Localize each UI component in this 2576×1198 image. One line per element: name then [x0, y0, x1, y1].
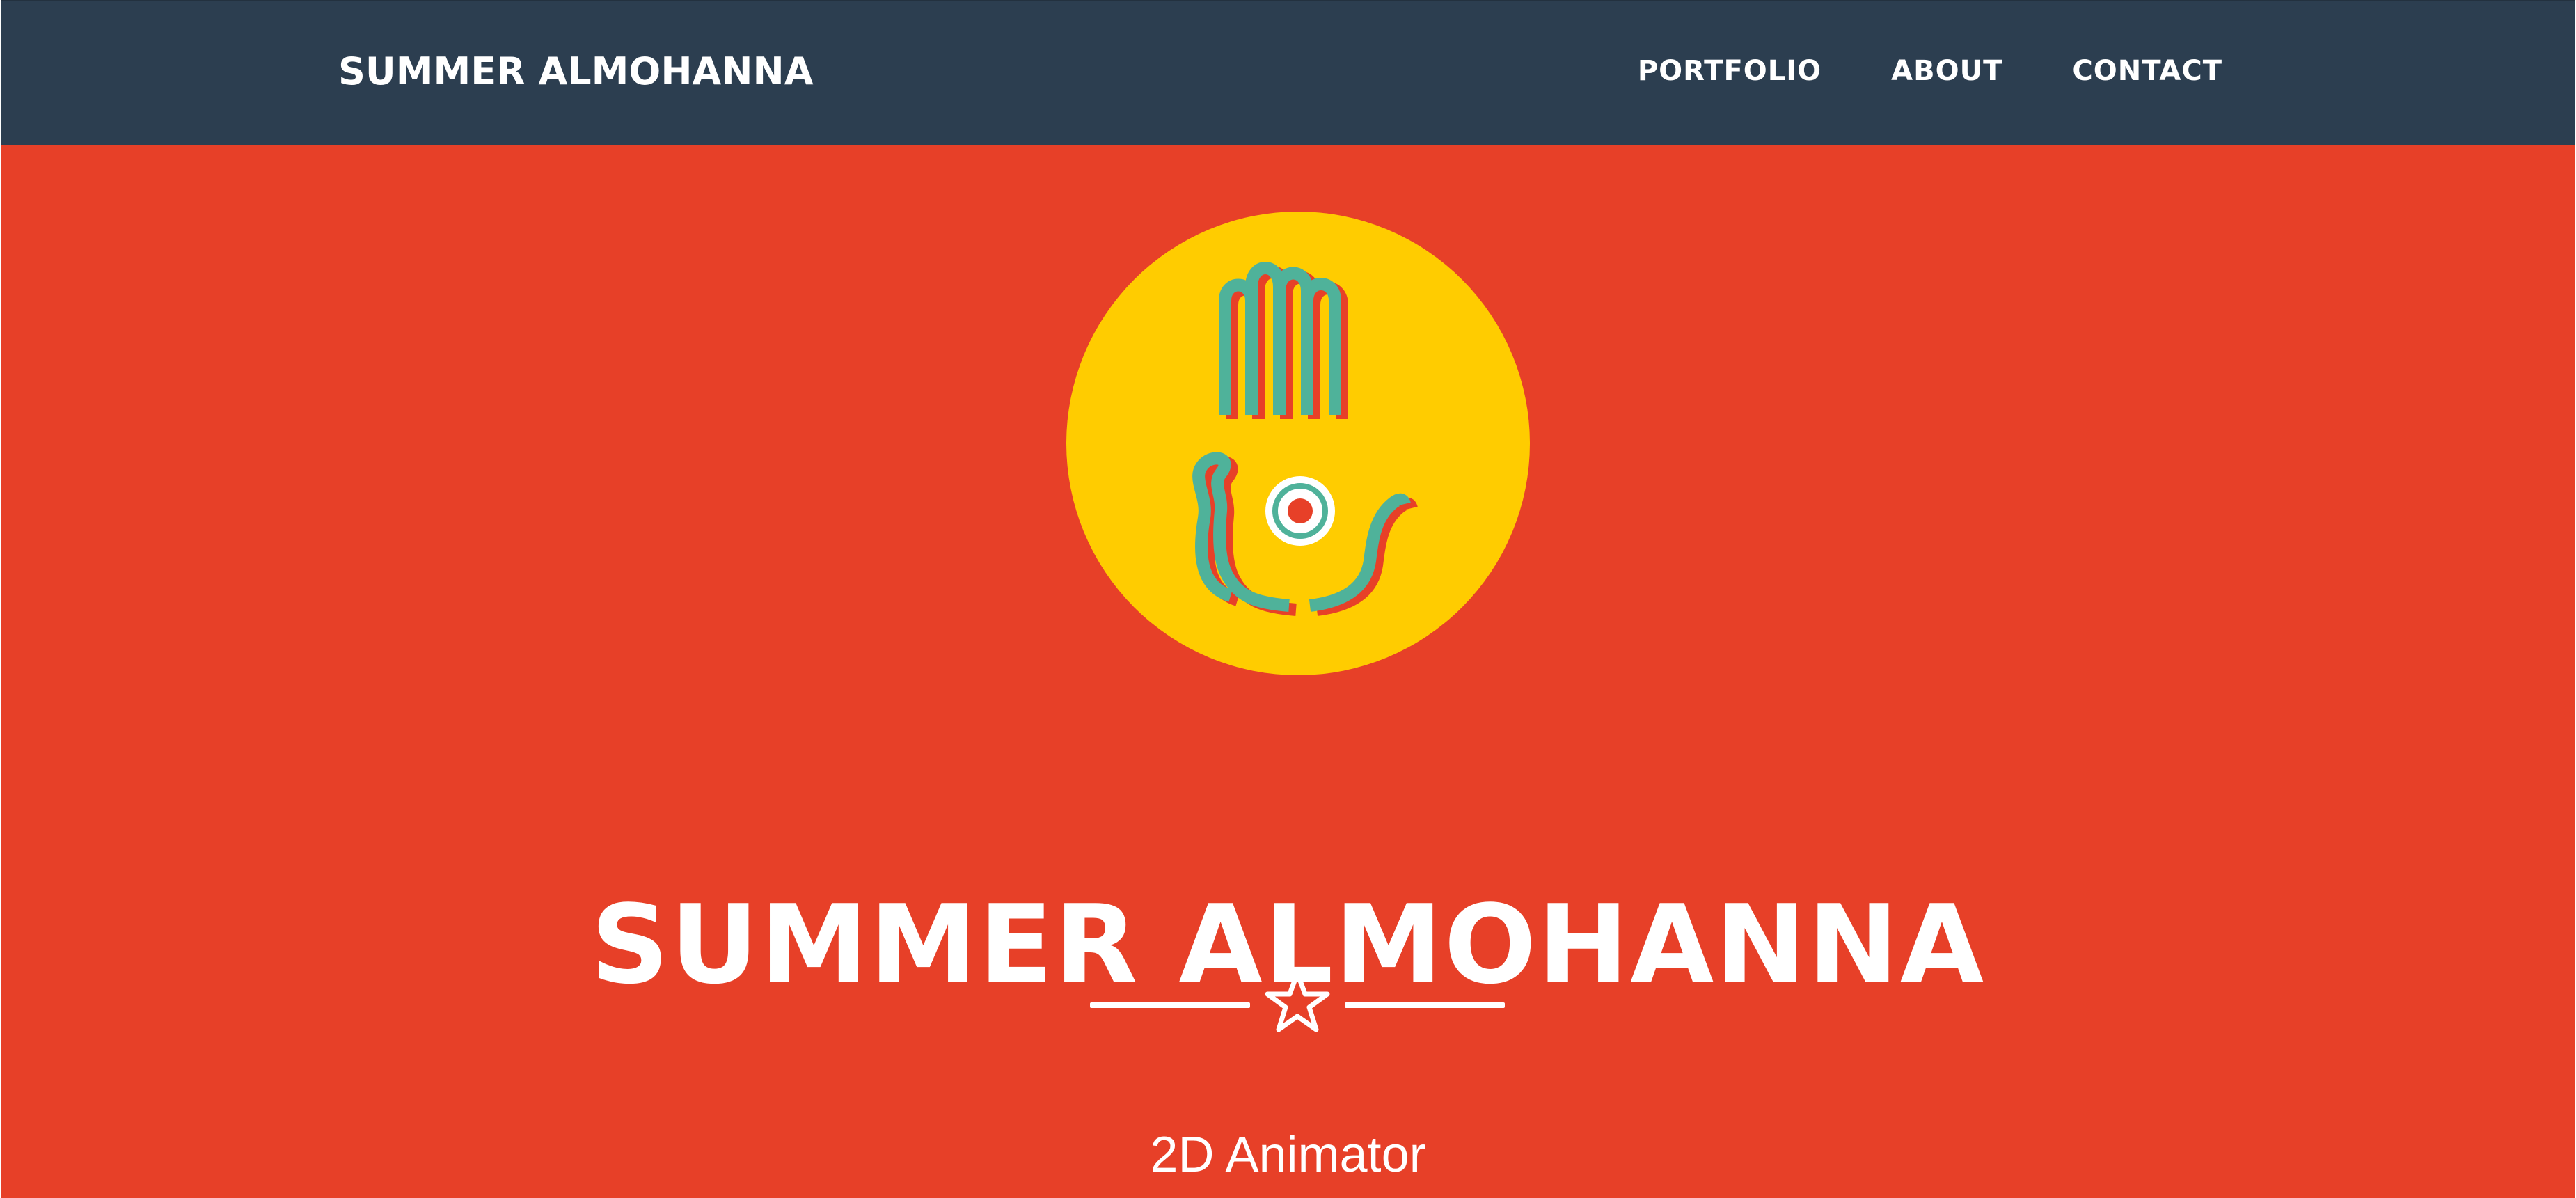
star-divider	[1090, 969, 1505, 1039]
nav-link-contact[interactable]: CONTACT	[2072, 53, 2222, 89]
navbar: SUMMER ALMOHANNA PORTFOLIO ABOUT CONTACT	[1, 0, 2575, 145]
hero-section: SUMMER ALMOHANNA 2D Animator	[1, 145, 2575, 1198]
page-frame: SUMMER ALMOHANNA PORTFOLIO ABOUT CONTACT	[0, 0, 2576, 1198]
divider-line-left	[1090, 1002, 1250, 1008]
hamsa-hand-icon	[1066, 212, 1530, 675]
hero-subtitle: 2D Animator	[1150, 1127, 1426, 1183]
divider-line-right	[1345, 1002, 1505, 1008]
star-icon	[1264, 969, 1331, 1036]
nav-link-about[interactable]: ABOUT	[1891, 53, 2002, 89]
brand-link[interactable]: SUMMER ALMOHANNA	[338, 47, 814, 96]
nav-link-portfolio[interactable]: PORTFOLIO	[1638, 53, 1822, 89]
nav-links: PORTFOLIO ABOUT CONTACT	[1568, 53, 2222, 89]
